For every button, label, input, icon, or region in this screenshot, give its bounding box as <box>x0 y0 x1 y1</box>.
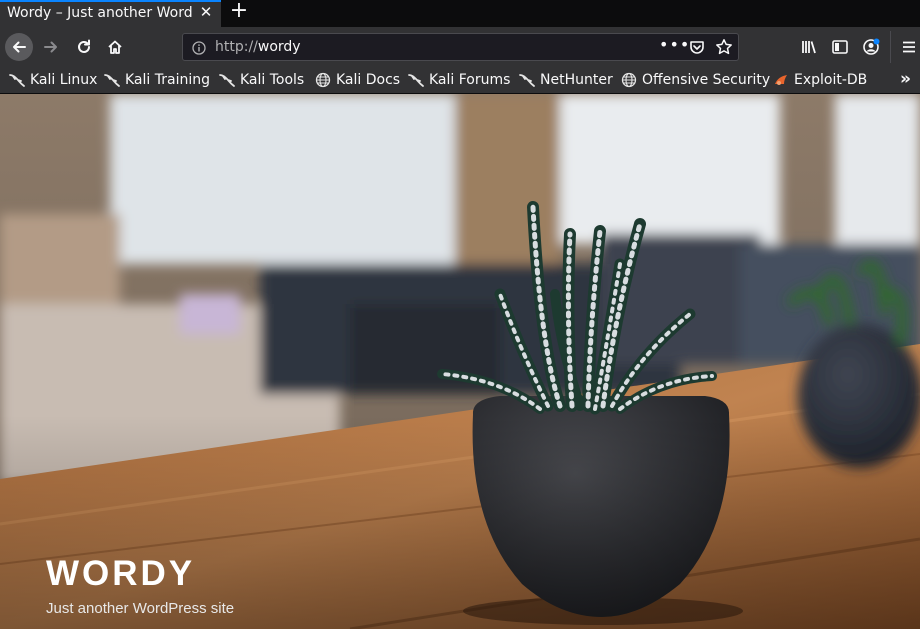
globe-icon <box>621 72 637 88</box>
library-icon <box>802 41 816 54</box>
kali-dragon-icon <box>9 72 25 88</box>
bookmark-label: Kali Docs <box>336 72 401 88</box>
exploit-db-icon <box>773 72 789 88</box>
globe-icon <box>315 72 331 88</box>
pocket-icon[interactable] <box>689 39 705 59</box>
home-icon <box>108 40 122 54</box>
new-tab-button[interactable]: + <box>229 0 249 23</box>
header-image <box>0 94 920 629</box>
reload-button[interactable] <box>71 34 97 60</box>
bookmark-label: Kali Training <box>125 72 210 88</box>
url-host: wordy <box>257 39 301 55</box>
bookmark-nethunter[interactable]: NetHunter <box>519 70 613 90</box>
app-menu-button[interactable] <box>896 34 920 60</box>
bookmark-exploit-db[interactable]: Exploit-DB <box>773 70 867 90</box>
bookmark-kali-tools[interactable]: Kali Tools <box>219 70 304 90</box>
url-text[interactable]: http://wordy <box>215 39 301 55</box>
account-button[interactable] <box>858 34 884 60</box>
toolbar-separator <box>890 31 891 63</box>
hamburger-menu-icon <box>903 41 915 53</box>
bookmark-offensive-security[interactable]: Offensive Security <box>621 70 770 90</box>
bookmark-kali-forums[interactable]: Kali Forums <box>408 70 510 90</box>
reload-icon <box>78 39 90 53</box>
bookmark-label: Exploit-DB <box>794 72 868 88</box>
bookmark-star-icon[interactable] <box>715 38 733 60</box>
site-header: WORDY Just another WordPress site <box>0 94 920 629</box>
sidebar-icon <box>832 40 848 54</box>
bookmark-kali-linux[interactable]: Kali Linux <box>9 70 97 90</box>
info-icon[interactable] <box>192 40 206 59</box>
kali-dragon-icon <box>219 72 235 88</box>
site-description: Just another WordPress site <box>46 600 235 617</box>
back-button[interactable] <box>5 33 33 61</box>
bookmarks-overflow-chevron-icon[interactable]: » <box>900 69 911 89</box>
kali-dragon-icon <box>519 72 535 88</box>
tab-title: Wordy – Just another WordPress site <box>7 5 192 21</box>
tab-strip: Wordy – Just another WordPress site ✕ + <box>0 0 920 27</box>
bookmark-label: NetHunter <box>540 72 613 88</box>
bookmark-label: Offensive Security <box>642 72 771 88</box>
url-bar[interactable]: http://wordy ••• <box>182 33 739 61</box>
bookmark-label: Kali Forums <box>429 72 511 88</box>
bookmark-label: Kali Linux <box>30 72 98 88</box>
site-title[interactable]: WORDY <box>46 554 195 594</box>
navigation-toolbar: http://wordy ••• <box>0 27 920 67</box>
kali-dragon-icon <box>104 72 120 88</box>
account-icon <box>863 38 880 55</box>
home-button[interactable] <box>102 34 128 60</box>
page-actions-menu-icon[interactable]: ••• <box>659 35 690 54</box>
close-tab-icon[interactable]: ✕ <box>198 4 214 20</box>
library-button[interactable] <box>796 34 822 60</box>
sidebar-button[interactable] <box>827 34 853 60</box>
bookmark-kali-docs[interactable]: Kali Docs <box>315 70 400 90</box>
tab-wordy[interactable]: Wordy – Just another WordPress site ✕ <box>0 0 221 27</box>
forward-button[interactable] <box>38 34 64 60</box>
arrow-left-icon <box>13 41 26 53</box>
bookmarks-toolbar: Kali Linux Kali Training Kali Tools Kali… <box>0 67 920 94</box>
kali-dragon-icon <box>408 72 424 88</box>
bookmark-label: Kali Tools <box>240 72 305 88</box>
url-protocol: http:// <box>215 39 258 55</box>
arrow-right-icon <box>44 41 57 53</box>
bookmark-kali-training[interactable]: Kali Training <box>104 70 210 90</box>
